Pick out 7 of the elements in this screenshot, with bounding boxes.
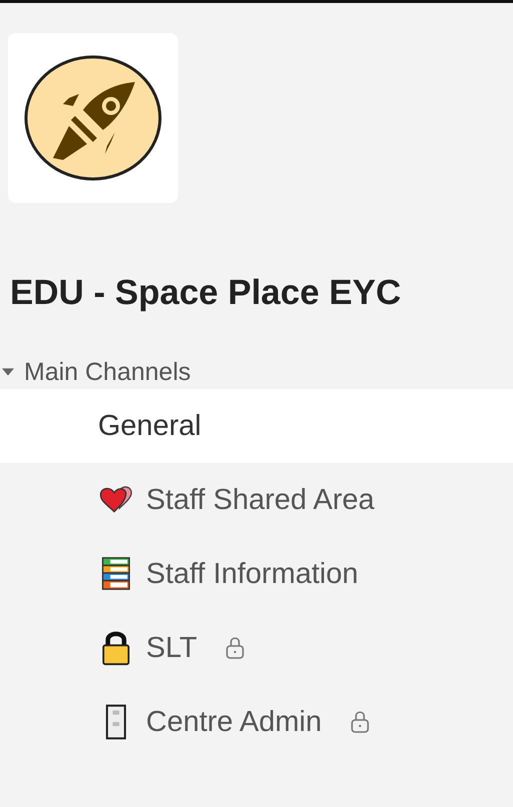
channel-item[interactable]: Centre Admin (0, 685, 513, 759)
channel-item[interactable]: SLT (0, 611, 513, 685)
section-header[interactable]: Main Channels (0, 355, 513, 389)
channel-item[interactable]: Staff Shared Area (0, 463, 513, 537)
channel-item[interactable]: General (0, 389, 513, 463)
team-name: EDU - Space Place EYC (10, 272, 402, 314)
channel-item[interactable]: Staff Information (0, 537, 513, 611)
